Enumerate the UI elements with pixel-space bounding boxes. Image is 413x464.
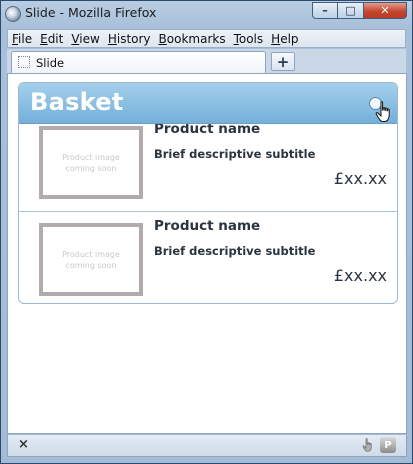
product-subtitle: Brief descriptive subtitle	[154, 147, 316, 161]
product-price: £xx.xx	[333, 266, 387, 285]
menu-history[interactable]: History	[108, 32, 151, 46]
menu-view[interactable]: View	[71, 32, 99, 46]
hand-icon[interactable]	[362, 438, 374, 452]
maximize-button[interactable]: □	[338, 2, 364, 19]
close-button[interactable]: ✕	[364, 2, 407, 19]
menu-tools[interactable]: Tools	[234, 32, 264, 46]
menu-file[interactable]: File	[12, 32, 32, 46]
menu-bookmarks[interactable]: Bookmarks	[159, 32, 226, 46]
blank-page-icon	[18, 56, 30, 68]
window-controls: – □ ✕	[312, 2, 407, 20]
new-tab-button[interactable]: +	[271, 52, 295, 71]
product-image-placeholder: Product image coming soon	[39, 223, 143, 296]
tab-strip: Slide +	[7, 49, 406, 73]
window-title: Slide - Mozilla Firefox	[25, 5, 157, 20]
minimize-button[interactable]: –	[312, 2, 338, 19]
tab-slide[interactable]: Slide	[11, 51, 266, 73]
menu-bar: File Edit View History Bookmarks Tools H…	[7, 29, 406, 48]
placeholder-text-line1: Product image	[62, 152, 120, 162]
addon-p-icon[interactable]: P	[380, 437, 396, 453]
product-price: £xx.xx	[333, 169, 387, 188]
basket-item: Product image coming soon Product name B…	[19, 212, 397, 303]
placeholder-text-line1: Product image	[62, 249, 120, 259]
basket-panel: Basket Product image coming soon Product…	[18, 82, 398, 304]
basket-item: Product image coming soon Product name B…	[19, 115, 397, 212]
tab-label: Slide	[36, 56, 65, 70]
title-bar[interactable]: Slide - Mozilla Firefox – □ ✕	[1, 1, 412, 27]
hand-pointer-icon	[375, 101, 390, 122]
firefox-icon	[5, 6, 21, 22]
status-bar: × P	[7, 435, 407, 457]
basket-header: Basket	[19, 83, 397, 124]
placeholder-text-line2: coming soon	[65, 260, 117, 270]
placeholder-text-line2: coming soon	[65, 163, 117, 173]
browser-window: Slide - Mozilla Firefox – □ ✕ File Edit …	[0, 0, 413, 464]
page-content: Basket Product image coming soon Product…	[7, 73, 407, 434]
status-close-icon[interactable]: ×	[18, 437, 29, 452]
product-image-placeholder: Product image coming soon	[39, 126, 143, 199]
menu-help[interactable]: Help	[271, 32, 298, 46]
basket-title: Basket	[30, 88, 124, 116]
product-subtitle: Brief descriptive subtitle	[154, 244, 316, 258]
menu-edit[interactable]: Edit	[40, 32, 63, 46]
product-name: Product name	[154, 218, 261, 234]
